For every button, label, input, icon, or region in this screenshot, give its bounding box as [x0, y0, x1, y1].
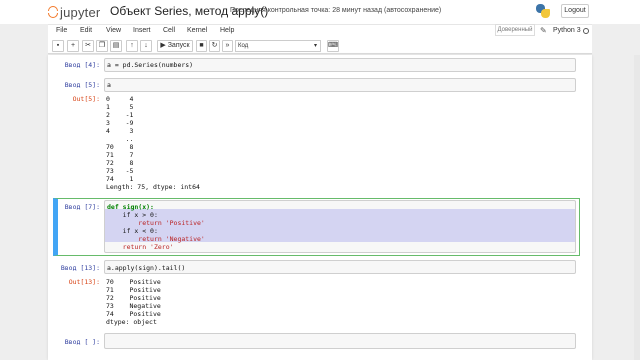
code-line: return 'Zero' — [107, 243, 174, 251]
restart-icon: ↻ — [211, 42, 218, 49]
add-cell-button[interactable]: + — [67, 40, 79, 52]
restart-run-button[interactable]: » — [222, 40, 233, 52]
move-up-icon: ↑ — [130, 42, 134, 49]
run-icon: ▶ — [160, 42, 168, 49]
add-cell-icon: + — [70, 42, 76, 49]
cell-in-prompt: Ввод [4]: — [64, 61, 100, 69]
checkpoint-status: Последняя контрольная точка: 28 минут на… — [230, 7, 442, 14]
keyboard-icon: ⌨ — [328, 42, 339, 49]
code-text: a.apply(sign).tail() — [107, 264, 186, 272]
code-input[interactable] — [104, 333, 576, 349]
restart-button[interactable]: ↻ — [209, 40, 220, 52]
code-line: if x < 0: — [107, 227, 158, 235]
menu-help[interactable]: Help — [220, 27, 234, 34]
restart-run-icon: » — [225, 42, 230, 49]
code-line: return 'Positive' — [107, 219, 205, 227]
move-down-button[interactable]: ↓ — [140, 40, 152, 52]
run-label: Запуск — [167, 42, 190, 49]
paste-button[interactable]: ▤ — [110, 40, 122, 52]
cell-output: 70 Positive 71 Positive 72 Positive 73 N… — [106, 278, 161, 326]
cell-type-select[interactable]: Код ▾ — [235, 40, 321, 52]
menu-edit[interactable]: Edit — [80, 27, 92, 34]
jupyter-logo[interactable]: jupyter — [48, 4, 106, 20]
header-bar: jupyter Объект Series, метод apply() Пос… — [0, 0, 640, 24]
code-line: if x > 0: — [107, 211, 158, 219]
menu-insert[interactable]: Insert — [133, 27, 151, 34]
copy-icon: ❐ — [98, 42, 106, 49]
scrollbar[interactable] — [634, 55, 640, 360]
kernel-status-indicator — [583, 28, 589, 34]
logout-button[interactable]: Logout — [561, 4, 589, 18]
logo-text: jupyter — [60, 4, 101, 20]
code-line: return 'Negative' — [107, 235, 205, 243]
run-button[interactable]: ▶ Запуск — [157, 40, 193, 52]
cell-output: 0 4 1 5 2 -1 3 -9 4 3 .. 70 8 71 7 72 8 … — [106, 95, 200, 191]
menu-file[interactable]: File — [56, 27, 67, 34]
cell-in-prompt: Ввод [13]: — [60, 264, 100, 272]
stop-button[interactable]: ■ — [196, 40, 207, 52]
python-logo-icon — [535, 3, 551, 19]
code-input[interactable] — [104, 78, 576, 92]
kernel-name: Python 3 — [553, 27, 581, 34]
menu-kernel[interactable]: Kernel — [187, 27, 207, 34]
cell-in-prompt: Ввод [ ]: — [64, 338, 100, 346]
paste-icon: ▤ — [112, 42, 120, 49]
menu-cell[interactable]: Cell — [163, 27, 175, 34]
cut-button[interactable]: ✂ — [82, 40, 94, 52]
cell-out-prompt: Out[5]: — [72, 95, 100, 103]
move-up-button[interactable]: ↑ — [126, 40, 138, 52]
menu-view[interactable]: View — [106, 27, 121, 34]
cell-out-prompt: Out[13]: — [68, 278, 100, 286]
copy-button[interactable]: ❐ — [96, 40, 108, 52]
chevron-down-icon: ▾ — [313, 43, 317, 49]
save-icon: ▪ — [56, 42, 60, 49]
code-text: a — [107, 81, 111, 89]
cell-in-prompt: Ввод [5]: — [64, 81, 100, 89]
stop-icon: ■ — [199, 42, 204, 49]
trusted-badge[interactable]: Доверенный — [495, 24, 535, 36]
pencil-icon[interactable]: ✎ — [540, 26, 547, 35]
cell-in-prompt: Ввод [7]: — [64, 203, 100, 211]
cut-icon: ✂ — [85, 42, 91, 49]
jupyter-logo-icon — [48, 6, 58, 18]
keyboard-button[interactable]: ⌨ — [327, 40, 339, 52]
save-button[interactable]: ▪ — [52, 40, 64, 52]
cell-type-value: Код — [238, 43, 249, 49]
move-down-icon: ↓ — [144, 42, 148, 49]
code-line: def sign(x): — [107, 203, 154, 211]
code-text: a = pd.Series(numbers) — [107, 61, 194, 69]
